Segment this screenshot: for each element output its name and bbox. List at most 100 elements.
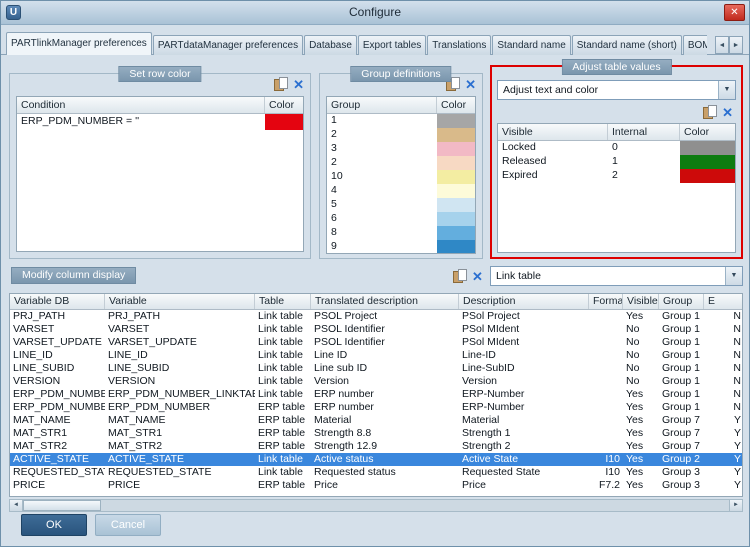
color-swatch[interactable] <box>437 128 475 142</box>
table-row[interactable]: LINE_ID LINE_ID Link table Line ID Line-ID No… <box>10 349 742 362</box>
group-row[interactable]: 1 <box>327 114 475 128</box>
column-header-group[interactable]: Group <box>327 97 437 113</box>
group-row[interactable]: 8 <box>327 226 475 240</box>
paste-icon[interactable] <box>453 269 467 284</box>
adjust-mode-dropdown[interactable]: Adjust text and color ▼ <box>497 80 736 100</box>
color-swatch[interactable] <box>437 212 475 226</box>
table-row[interactable]: MAT_STR1 MAT_STR1 ERP table Strength 8.8 Str… <box>10 427 742 440</box>
group-row[interactable]: 4 <box>327 184 475 198</box>
group-row[interactable]: 2 <box>327 128 475 142</box>
column-header-variable-db[interactable]: Variable DB <box>10 294 105 309</box>
table-row[interactable]: REQUESTED_STATEREQUESTED_STATE Link table… <box>10 466 742 479</box>
horizontal-scrollbar[interactable]: ◄ ► <box>9 499 743 512</box>
group-row[interactable]: 5 <box>327 198 475 212</box>
cell: PSol Project <box>462 310 520 322</box>
column-header-visible[interactable]: Visible <box>498 124 608 140</box>
group-row[interactable]: 3 <box>327 142 475 156</box>
tab-scroll-right-icon[interactable]: ► <box>729 36 743 54</box>
color-swatch[interactable] <box>437 226 475 240</box>
cell: Group 1 <box>662 401 700 413</box>
scroll-left-icon[interactable]: ◄ <box>10 500 23 511</box>
table-row[interactable]: VARSET_UPDATE VARSET_UPDATE Link table PSOL… <box>10 336 742 349</box>
group-cell: 1 <box>331 114 337 126</box>
color-swatch[interactable] <box>437 142 475 156</box>
cell: Link table <box>258 310 303 322</box>
paste-icon[interactable] <box>703 105 718 120</box>
chevron-down-icon[interactable]: ▼ <box>725 267 742 285</box>
condition-row[interactable]: ERP_PDM_NUMBER = '' <box>17 114 303 130</box>
value-row[interactable]: Locked 0 <box>498 141 735 155</box>
group-row[interactable]: 2 <box>327 156 475 170</box>
table-select-dropdown[interactable]: Link table ▼ <box>490 266 743 286</box>
column-header-format[interactable]: Format <box>589 294 623 309</box>
delete-icon[interactable]: ✕ <box>722 105 733 120</box>
color-swatch[interactable] <box>437 240 475 253</box>
column-header-description[interactable]: Description <box>459 294 589 309</box>
cell: PSOL Identifier <box>314 336 385 348</box>
tab-standard-name[interactable]: Standard name <box>492 35 571 55</box>
column-header-internal[interactable]: Internal <box>608 124 680 140</box>
delete-icon[interactable]: ✕ <box>293 77 304 92</box>
column-header-color[interactable]: Color <box>680 124 735 140</box>
cancel-button[interactable]: Cancel <box>95 514 161 536</box>
table-row[interactable]: MAT_NAME MAT_NAME ERP table Material Materia… <box>10 414 742 427</box>
cell: Price <box>462 479 486 491</box>
color-swatch[interactable] <box>680 155 735 169</box>
color-swatch[interactable] <box>680 141 735 155</box>
paste-icon[interactable] <box>274 77 289 92</box>
tab-partdatamanager-preferences[interactable]: PARTdataManager preferences <box>152 35 304 55</box>
color-swatch[interactable] <box>437 170 475 184</box>
color-swatch[interactable] <box>680 169 735 183</box>
close-icon[interactable]: ✕ <box>724 4 745 21</box>
column-header-group[interactable]: Group <box>659 294 704 309</box>
ok-button[interactable]: OK <box>21 514 87 536</box>
tab-scroll-left-icon[interactable]: ◄ <box>715 36 729 54</box>
table-row[interactable]: PRJ_PATH PRJ_PATH Link table PSOL Project PS… <box>10 310 742 323</box>
tab-standard-name-short[interactable]: Standard name (short) <box>571 35 682 55</box>
column-header-visible[interactable]: Visible <box>623 294 659 309</box>
delete-icon[interactable]: ✕ <box>465 77 476 92</box>
scrollbar-track[interactable] <box>101 500 729 511</box>
value-row[interactable]: Expired 2 <box>498 169 735 183</box>
cell: ERP_PDM_NUMBER <box>108 401 211 413</box>
tab-database[interactable]: Database <box>304 35 357 55</box>
color-swatch[interactable] <box>437 156 475 170</box>
table-row[interactable]: LINE_SUBID LINE_SUBID Link table Line sub I… <box>10 362 742 375</box>
column-header-e[interactable]: E <box>704 294 742 309</box>
table-row[interactable]: ERP_PDM_NUMBERERP_PDM_NUMBER_LINKTABLELi… <box>10 388 742 401</box>
group-row[interactable]: 6 <box>327 212 475 226</box>
cell: I10 <box>605 453 620 465</box>
table-row[interactable]: VARSET VARSET Link table PSOL Identifier PSo… <box>10 323 742 336</box>
column-header-condition[interactable]: Condition <box>17 97 265 113</box>
table-row[interactable]: ACTIVE_STATE ACTIVE_STATE Link table Active… <box>10 453 742 466</box>
modify-column-display-toolbar: ✕ <box>453 269 483 284</box>
cell: ERP table <box>258 401 306 413</box>
color-swatch[interactable] <box>437 198 475 212</box>
value-row[interactable]: Released 1 <box>498 155 735 169</box>
cell: Y <box>733 427 741 439</box>
group-row[interactable]: 10 <box>327 170 475 184</box>
column-header-variable[interactable]: Variable <box>105 294 255 309</box>
column-header-color[interactable]: Color <box>437 97 475 113</box>
tab-partlinkmanager-preferences[interactable]: PARTlinkManager preferences <box>6 32 152 55</box>
tab-bom-name[interactable]: BOM name <box>682 35 707 55</box>
scrollbar-thumb[interactable] <box>23 500 101 511</box>
column-header-color[interactable]: Color <box>265 97 303 113</box>
chevron-down-icon[interactable]: ▼ <box>718 81 735 99</box>
table-row[interactable]: PRICE PRICE ERP table Price Price F7.2 Yes Grou… <box>10 479 742 492</box>
table-row[interactable]: MAT_STR2 MAT_STR2 ERP table Strength 12.9 St… <box>10 440 742 453</box>
scroll-right-icon[interactable]: ► <box>729 500 742 511</box>
column-header-table[interactable]: Table <box>255 294 311 309</box>
tab-translations[interactable]: Translations <box>427 35 492 55</box>
color-swatch[interactable] <box>437 184 475 198</box>
tab-export-tables[interactable]: Export tables <box>357 35 427 55</box>
cell: MAT_STR1 <box>108 427 163 439</box>
table-row[interactable]: VERSION VERSION Link table Version Version No… <box>10 375 742 388</box>
color-swatch[interactable] <box>265 114 303 130</box>
table-row[interactable]: ERP_PDM_NUMBER ERP_PDM_NUMBER ERP table ERP… <box>10 401 742 414</box>
column-header-translated-description[interactable]: Translated description <box>311 294 459 309</box>
cell: Link table <box>258 323 303 335</box>
group-row[interactable]: 9 <box>327 240 475 253</box>
color-swatch[interactable] <box>437 114 475 128</box>
delete-icon[interactable]: ✕ <box>472 269 483 284</box>
